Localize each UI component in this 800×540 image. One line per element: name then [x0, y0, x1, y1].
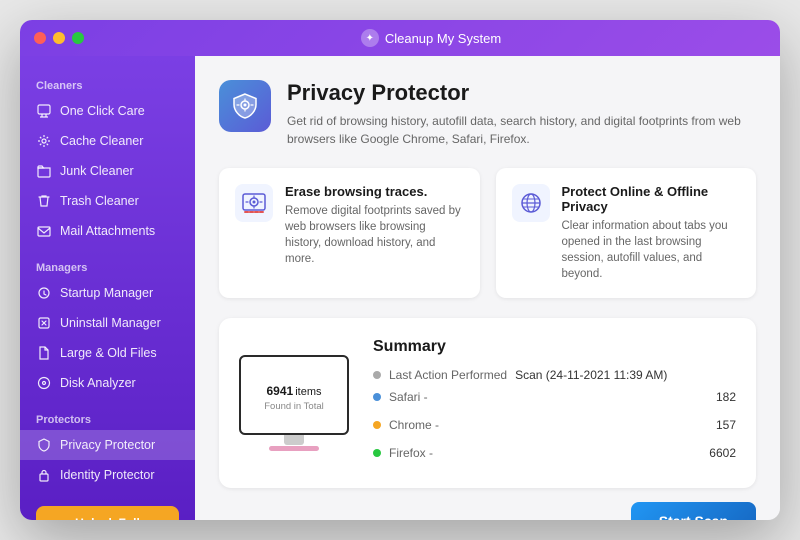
protect-privacy-icon — [512, 184, 550, 222]
main-content: Cleaners One Click Care — [20, 56, 780, 520]
sidebar-item-disk-analyzer[interactable]: Disk Analyzer — [20, 368, 195, 398]
chrome-label: Chrome - — [389, 418, 439, 432]
sidebar-section-managers: Managers — [20, 254, 195, 278]
sidebar-label-uninstall-manager: Uninstall Manager — [60, 316, 161, 330]
feature-erase-desc: Remove digital footprints saved by web b… — [285, 203, 464, 267]
sidebar-bottom: Unlock Full Version — [20, 490, 195, 520]
monitor-base — [269, 446, 319, 451]
erase-traces-icon — [235, 184, 273, 222]
feature-card-protect-text: Protect Online & Offline Privacy Clear i… — [562, 184, 741, 282]
chrome-value: 157 — [716, 418, 736, 432]
sidebar-label-disk-analyzer: Disk Analyzer — [60, 376, 136, 390]
feature-protect-desc: Clear information about tabs you opened … — [562, 218, 741, 282]
items-count: 6941items — [267, 378, 322, 401]
sidebar-section-cleaners: Cleaners — [20, 72, 195, 96]
summary-row-chrome: Chrome - 157 — [373, 418, 736, 432]
sidebar-item-privacy-protector[interactable]: Privacy Protector — [20, 430, 195, 460]
firefox-label: Firefox - — [389, 446, 433, 460]
content-header: Privacy Protector Get rid of browsing hi… — [219, 80, 756, 148]
feature-card-protect: Protect Online & Offline Privacy Clear i… — [496, 168, 757, 298]
sidebar-item-cache-cleaner[interactable]: Cache Cleaner — [20, 126, 195, 156]
sidebar-item-large-old-files[interactable]: Large & Old Files — [20, 338, 195, 368]
mail-icon — [36, 223, 52, 239]
summary-details: Summary Last Action Performed Scan (24-1… — [373, 338, 736, 468]
summary-action-row: Last Action Performed Scan (24-11-2021 1… — [373, 368, 736, 382]
sidebar-item-mail-attachments[interactable]: Mail Attachments — [20, 216, 195, 246]
feature-protect-title: Protect Online & Offline Privacy — [562, 184, 741, 214]
minimize-button[interactable] — [53, 32, 65, 44]
uninstall-icon — [36, 315, 52, 331]
safari-dot — [373, 393, 381, 401]
chrome-dot — [373, 421, 381, 429]
sidebar-label-trash-cleaner: Trash Cleaner — [60, 194, 139, 208]
feature-card-erase: Erase browsing traces. Remove digital fo… — [219, 168, 480, 298]
unlock-full-version-button[interactable]: Unlock Full Version — [36, 506, 179, 520]
sidebar-label-junk-cleaner: Junk Cleaner — [60, 164, 134, 178]
page-description: Get rid of browsing history, autofill da… — [287, 112, 756, 148]
title-bar-text: ✦ Cleanup My System — [96, 29, 766, 47]
features-row: Erase browsing traces. Remove digital fo… — [219, 168, 756, 298]
firefox-dot — [373, 449, 381, 457]
lock-icon — [36, 467, 52, 483]
action-label: Last Action Performed — [389, 368, 507, 382]
summary-title: Summary — [373, 338, 736, 356]
monitor-stand — [284, 435, 304, 445]
trash-icon — [36, 193, 52, 209]
sidebar-label-privacy-protector: Privacy Protector — [60, 438, 155, 452]
sidebar-label-identity-protector: Identity Protector — [60, 468, 155, 482]
gear-icon — [36, 133, 52, 149]
sidebar-label-cache-cleaner: Cache Cleaner — [60, 134, 143, 148]
start-scan-button[interactable]: Start Scan — [631, 502, 756, 520]
sidebar: Cleaners One Click Care — [20, 56, 195, 520]
sidebar-label-large-old-files: Large & Old Files — [60, 346, 157, 360]
sidebar-item-junk-cleaner[interactable]: Junk Cleaner — [20, 156, 195, 186]
title-bar: ✦ Cleanup My System — [20, 20, 780, 56]
sidebar-label-one-click-care: One Click Care — [60, 104, 145, 118]
shield-icon — [36, 437, 52, 453]
sidebar-label-startup-manager: Startup Manager — [60, 286, 153, 300]
firefox-value: 6602 — [709, 446, 736, 460]
sidebar-item-one-click-care[interactable]: One Click Care — [20, 96, 195, 126]
sidebar-section-protectors: Protectors — [20, 406, 195, 430]
app-icon: ✦ — [361, 29, 379, 47]
monitor-screen: 6941items Found in Total — [239, 355, 349, 435]
folder-icon — [36, 163, 52, 179]
safari-label: Safari - — [389, 390, 428, 404]
app-title: Cleanup My System — [385, 31, 501, 46]
safari-value: 182 — [716, 390, 736, 404]
monitor-icon — [36, 103, 52, 119]
monitor-graphic: 6941items Found in Total — [239, 355, 349, 451]
items-found-label: Found in Total — [264, 401, 324, 412]
action-value: Scan (24-11-2021 11:39 AM) — [515, 368, 667, 382]
app-window: ✦ Cleanup My System Cleaners One Click C… — [20, 20, 780, 520]
privacy-protector-icon — [219, 80, 271, 132]
summary-row-safari: Safari - 182 — [373, 390, 736, 404]
content-footer: Start Scan — [219, 488, 756, 520]
content-area: Privacy Protector Get rid of browsing hi… — [195, 56, 780, 520]
items-unit: items — [295, 386, 321, 398]
sidebar-item-identity-protector[interactable]: Identity Protector — [20, 460, 195, 490]
action-dot — [373, 371, 381, 379]
feature-card-erase-text: Erase browsing traces. Remove digital fo… — [285, 184, 464, 267]
files-icon — [36, 345, 52, 361]
startup-icon — [36, 285, 52, 301]
sidebar-label-mail-attachments: Mail Attachments — [60, 224, 155, 238]
close-button[interactable] — [34, 32, 46, 44]
summary-row-firefox: Firefox - 6602 — [373, 446, 736, 460]
page-title: Privacy Protector — [287, 80, 756, 106]
maximize-button[interactable] — [72, 32, 84, 44]
sidebar-item-uninstall-manager[interactable]: Uninstall Manager — [20, 308, 195, 338]
disk-icon — [36, 375, 52, 391]
feature-erase-title: Erase browsing traces. — [285, 184, 464, 199]
sidebar-item-startup-manager[interactable]: Startup Manager — [20, 278, 195, 308]
content-header-text: Privacy Protector Get rid of browsing hi… — [287, 80, 756, 148]
sidebar-item-trash-cleaner[interactable]: Trash Cleaner — [20, 186, 195, 216]
traffic-lights — [34, 32, 84, 44]
summary-panel: 6941items Found in Total Summary Last Ac… — [219, 318, 756, 488]
